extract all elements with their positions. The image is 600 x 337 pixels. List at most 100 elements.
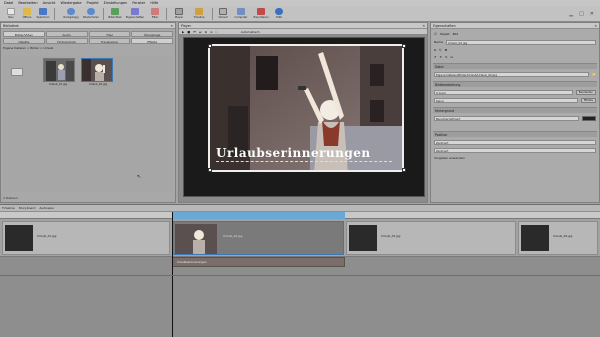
rotation-select[interactable]: 0 Grad: [434, 89, 573, 95]
save-button[interactable]: Speichern: [36, 7, 50, 21]
track-divider: [0, 275, 600, 276]
new-button[interactable]: Neu: [4, 7, 18, 21]
stop-icon[interactable]: ■: [187, 30, 190, 34]
position-y-select[interactable]: Zentriert: [434, 147, 596, 153]
properties-button[interactable]: Eigenschaften: [126, 7, 144, 21]
filter-icon: [151, 8, 159, 15]
checkbox-icon[interactable]: ☑: [434, 32, 437, 36]
tab-storyboard[interactable]: Storyboard: [19, 205, 36, 211]
player-icon: [175, 8, 183, 15]
resize-handle[interactable]: [208, 44, 212, 48]
library-button[interactable]: Bibliothek: [108, 7, 122, 21]
computer-button[interactable]: Computer: [234, 7, 248, 21]
title-track-clip[interactable]: Urlaubserinnerungen: [172, 257, 345, 267]
panel-close-icon[interactable]: ✕: [594, 24, 597, 28]
tab-audio-track[interactable]: Audiospur: [39, 205, 54, 211]
effects-button[interactable]: Effekte: [580, 97, 596, 103]
mouse-cursor-icon: ↖: [137, 174, 142, 180]
new-file-icon: [7, 8, 15, 15]
tab-effects[interactable]: Effekte: [131, 38, 173, 44]
open-button[interactable]: Öffnen: [20, 7, 34, 21]
menu-project[interactable]: Projekt: [87, 1, 99, 5]
edit-button[interactable]: Bearbeiten: [575, 89, 596, 95]
tab-backgrounds[interactable]: Hintergründe: [45, 38, 88, 44]
library-item-label: Urlaub_01.jpg: [49, 83, 68, 86]
fullscreen-icon[interactable]: ⛶: [216, 30, 218, 34]
library-item[interactable]: [43, 58, 75, 82]
preset-link[interactable]: Vorgaben anwenden: [434, 156, 465, 160]
tab-titles[interactable]: Titel: [88, 31, 131, 37]
help-button[interactable]: Hilfe: [272, 7, 286, 21]
browse-icon[interactable]: 📂: [592, 72, 596, 76]
menu-playback[interactable]: Wiedergabe: [61, 1, 82, 5]
section-image-editing[interactable]: Bildbearbeitung: [433, 81, 597, 87]
menu-window[interactable]: Fenster: [132, 1, 145, 5]
timeline-button[interactable]: Timeline: [192, 7, 206, 21]
flip-icon[interactable]: ⇋: [445, 55, 448, 59]
save-icon: [39, 8, 47, 15]
section-background[interactable]: Hintergrund: [433, 107, 597, 113]
panel-close-icon[interactable]: ✕: [170, 24, 173, 28]
menu-help[interactable]: Hilfe: [150, 1, 158, 5]
tab-images-video[interactable]: Bilder/Video: [3, 31, 45, 37]
redo-button[interactable]: Wiederholen: [83, 7, 99, 21]
menu-file[interactable]: Datei: [4, 1, 13, 5]
undo-button[interactable]: Rückgängig: [63, 7, 79, 21]
library-item-selected[interactable]: [81, 58, 113, 82]
resize-handle[interactable]: [208, 168, 212, 172]
flip-select[interactable]: Keine: [434, 97, 578, 103]
lock-icon[interactable]: ⊡: [451, 55, 454, 59]
timeline-clip[interactable]: Urlaub_03.jpg: [346, 221, 516, 255]
rotate-left-icon[interactable]: ↺: [434, 55, 437, 59]
close-icon[interactable]: ✕: [590, 11, 594, 17]
tab-transparency[interactable]: Transparenz: [88, 38, 131, 44]
zoom-in-icon[interactable]: ⊕: [205, 30, 208, 34]
timeline-clip[interactable]: Urlaub_01.jpg: [2, 221, 170, 255]
copy-icon[interactable]: ⧉: [434, 48, 436, 52]
library-status: 2 Dateien: [3, 196, 18, 200]
rotate-right-icon[interactable]: ↻: [440, 55, 443, 59]
delete-icon[interactable]: ✖: [445, 48, 448, 52]
position-x-select[interactable]: Zentriert: [434, 139, 596, 145]
drive-icon[interactable]: [11, 68, 23, 76]
filter-button[interactable]: Filter: [148, 7, 162, 21]
section-file[interactable]: Datei: [433, 63, 597, 69]
history-button[interactable]: Verlauf: [216, 7, 230, 21]
library-panel-title: Bibliothek ✕: [1, 23, 175, 29]
timeline-panel: Timeline Storyboard Audiospur Urlaub_01.…: [0, 204, 600, 337]
previous-icon[interactable]: ⏮: [193, 30, 196, 34]
player-panel: Player ✕ ▶ ■ ⏮ ⏭ ⊕ ⊖ ⛶ Automatisch Urlau…: [178, 22, 428, 203]
caption-text[interactable]: Urlaubserinnerungen: [216, 146, 371, 160]
export-button[interactable]: Exportieren: [253, 7, 269, 21]
resize-handle[interactable]: [402, 168, 406, 172]
section-position[interactable]: Position: [433, 131, 597, 137]
timeline-clip[interactable]: Urlaub_04.jpg: [518, 221, 598, 255]
properties-icon: [131, 8, 139, 15]
file-path-field[interactable]: Eigene Dateien/Bilder/Urlaub/Urlaub_02.j…: [434, 71, 590, 77]
panel-close-icon[interactable]: ✕: [422, 24, 425, 28]
timeline-selection[interactable]: [172, 212, 345, 219]
next-icon[interactable]: ⏭: [199, 30, 202, 34]
maximize-icon[interactable]: □: [579, 11, 584, 17]
timeline-clip-selected[interactable]: Urlaub_02.jpg: [172, 221, 344, 255]
player-button[interactable]: Player: [172, 7, 186, 21]
tab-timeline[interactable]: Timeline: [2, 205, 15, 211]
menu-view[interactable]: Ansicht: [43, 1, 56, 5]
tab-objects[interactable]: Objekte: [3, 38, 45, 44]
tab-transitions[interactable]: Übergänge: [131, 31, 173, 37]
resize-handle[interactable]: [402, 44, 406, 48]
preview-screen[interactable]: Urlaubserinnerungen: [183, 37, 425, 197]
color-swatch[interactable]: [582, 115, 596, 121]
name-field[interactable]: Urlaub_02.jpg: [445, 39, 596, 45]
minimize-icon[interactable]: ▁: [569, 11, 573, 17]
zoom-select[interactable]: Automatisch: [241, 30, 260, 34]
tab-audio[interactable]: Audio: [45, 31, 88, 37]
menu-settings[interactable]: Einstellungen: [104, 1, 128, 5]
paste-icon[interactable]: ⎘: [439, 48, 441, 52]
menu-edit[interactable]: Bearbeiten: [18, 1, 37, 5]
background-select[interactable]: Benutzerdefiniert: [434, 115, 579, 121]
zoom-out-icon[interactable]: ⊖: [210, 30, 213, 34]
property-row: Vorgaben anwenden: [434, 155, 596, 161]
library-path-breadcrumb[interactable]: Eigene Dateien > Bilder > Urlaub: [3, 45, 173, 51]
play-icon[interactable]: ▶: [182, 30, 184, 34]
